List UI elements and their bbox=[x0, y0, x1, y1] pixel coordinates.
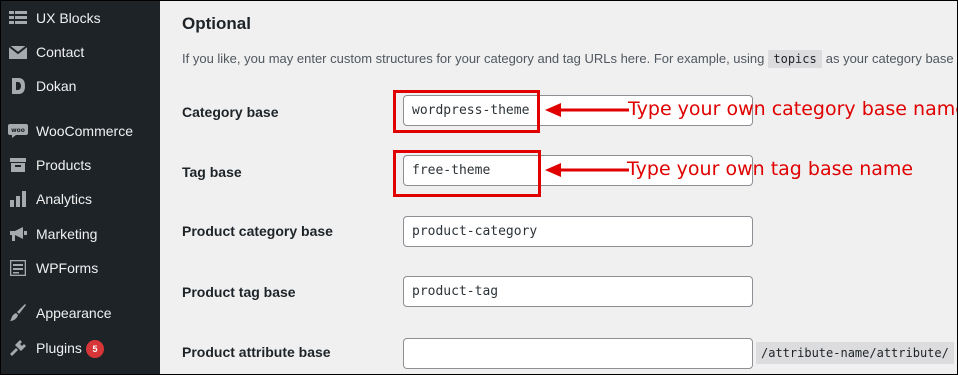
sidebar-item-label: Marketing bbox=[36, 226, 98, 242]
paintbrush-icon bbox=[8, 303, 28, 323]
product-category-base-label: Product category base bbox=[182, 223, 333, 239]
grid-icon bbox=[8, 8, 28, 28]
sidebar-item-label: Products bbox=[36, 157, 92, 173]
plug-icon bbox=[8, 338, 28, 358]
sidebar-item-label: Contact bbox=[36, 44, 85, 60]
sidebar-item-appearance[interactable]: Appearance bbox=[0, 296, 160, 330]
product-category-base-input[interactable] bbox=[403, 216, 753, 247]
description-code: topics bbox=[768, 50, 822, 68]
sidebar-item-wpforms[interactable]: WPForms bbox=[0, 251, 160, 285]
category-base-label: Category base bbox=[182, 104, 279, 120]
category-arrow-icon bbox=[545, 103, 629, 117]
sidebar-item-label: Analytics bbox=[36, 191, 93, 207]
bar-chart-icon bbox=[8, 189, 28, 209]
tag-arrow-icon bbox=[545, 163, 629, 177]
sidebar-item-label: UX Blocks bbox=[36, 10, 101, 26]
woocommerce-icon: woo bbox=[8, 121, 28, 141]
sidebar-item-plugins[interactable]: Plugins 5 bbox=[0, 331, 160, 365]
sidebar-item-marketing[interactable]: Marketing bbox=[0, 217, 160, 251]
dokan-icon bbox=[8, 76, 28, 96]
sidebar-item-analytics[interactable]: Analytics bbox=[0, 182, 160, 216]
form-icon bbox=[8, 258, 28, 278]
permalink-settings: Optional If you like, you may enter cust… bbox=[160, 0, 958, 375]
megaphone-icon bbox=[8, 224, 28, 244]
sidebar-item-label: Plugins bbox=[36, 340, 82, 356]
product-tag-base-label: Product tag base bbox=[182, 284, 296, 300]
svg-text:woo: woo bbox=[11, 127, 25, 134]
tag-annotation-text: Type your own tag base name bbox=[627, 158, 914, 180]
sidebar-item-label: Dokan bbox=[36, 78, 77, 94]
sidebar-item-contact[interactable]: Contact bbox=[0, 35, 160, 69]
update-count-badge: 5 bbox=[86, 340, 104, 358]
sidebar-item-woocommerce[interactable]: woo WooCommerce bbox=[0, 114, 160, 148]
sidebar-item-label: Appearance bbox=[36, 305, 112, 321]
sidebar-item-ux-blocks[interactable]: UX Blocks bbox=[0, 1, 160, 35]
sidebar-item-label: WPForms bbox=[36, 260, 99, 276]
sidebar-item-dokan[interactable]: Dokan bbox=[0, 69, 160, 103]
attribute-base-suffix: /attribute-name/attribute/ bbox=[756, 342, 954, 364]
description-text-end: as your category base w bbox=[825, 51, 958, 66]
tag-base-label: Tag base bbox=[182, 164, 242, 180]
archive-icon bbox=[8, 155, 28, 175]
envelope-icon bbox=[8, 42, 28, 62]
section-title: Optional bbox=[182, 14, 251, 33]
product-attribute-base-input[interactable] bbox=[403, 338, 753, 369]
category-annotation-text: Type your own category base name bbox=[628, 98, 958, 120]
product-attribute-base-label: Product attribute base bbox=[182, 344, 331, 360]
sidebar-item-label: WooCommerce bbox=[36, 123, 133, 139]
section-description: If you like, you may enter custom struct… bbox=[182, 50, 958, 68]
sidebar-item-products[interactable]: Products bbox=[0, 148, 160, 182]
description-text: If you like, you may enter custom struct… bbox=[182, 51, 765, 66]
admin-sidebar: UX Blocks Contact Dokan woo WooCommerce … bbox=[0, 0, 160, 375]
product-tag-base-input[interactable] bbox=[403, 276, 753, 307]
